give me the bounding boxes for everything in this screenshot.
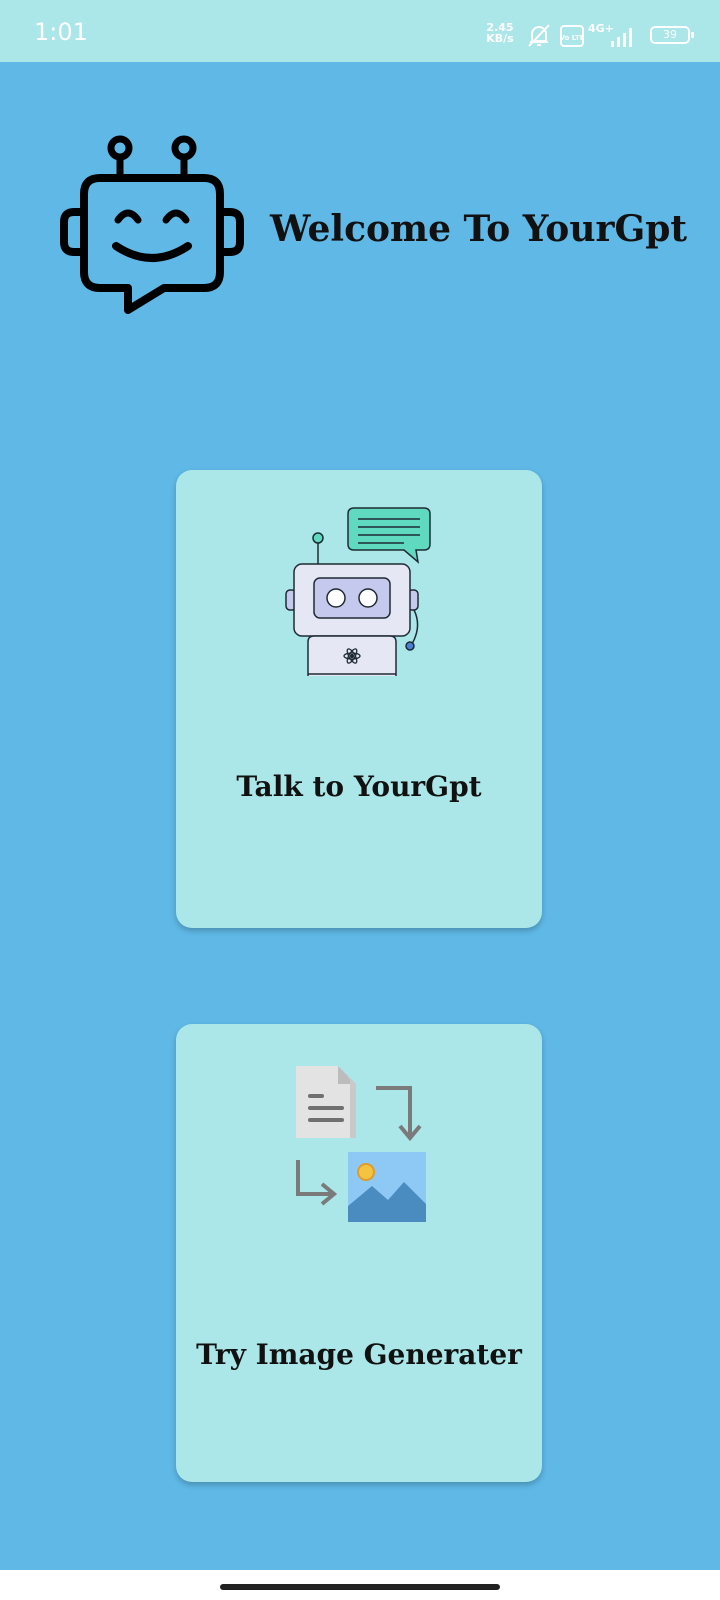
- network-speed: 2.45 KB/s: [482, 22, 518, 44]
- text-to-image-icon: [296, 1066, 426, 1222]
- status-bar: 1:01 2.45 KB/s Vo LTE 4G+ 39: [0, 0, 720, 62]
- network-speed-unit: KB/s: [486, 32, 514, 45]
- battery-level: 39: [663, 28, 677, 41]
- bell-off-icon: [528, 24, 550, 47]
- main-content: Welcome To YourGpt Talk to YourGpt Try I…: [0, 62, 720, 1570]
- volte-icon: Vo LTE: [560, 25, 584, 47]
- volte-label: Vo LTE: [560, 34, 584, 42]
- page-title: Welcome To YourGpt: [270, 208, 688, 250]
- try-image-generator-label: Try Image Generater: [196, 1338, 522, 1371]
- chatbot-icon: [60, 135, 244, 314]
- talk-to-yourgpt-label: Talk to YourGpt: [236, 770, 482, 803]
- battery-cap: [691, 32, 694, 38]
- navigation-bar: [0, 1570, 720, 1600]
- status-time: 1:01: [34, 18, 88, 46]
- home-indicator[interactable]: [220, 1584, 500, 1590]
- battery-icon: 39: [650, 26, 694, 44]
- try-image-generator-card[interactable]: Try Image Generater: [176, 1024, 542, 1482]
- robot-chat-icon: [285, 507, 431, 676]
- talk-to-yourgpt-card[interactable]: Talk to YourGpt: [176, 470, 542, 928]
- signal-icon: [611, 28, 632, 47]
- status-icons: 2.45 KB/s Vo LTE 4G+ 39: [460, 0, 720, 62]
